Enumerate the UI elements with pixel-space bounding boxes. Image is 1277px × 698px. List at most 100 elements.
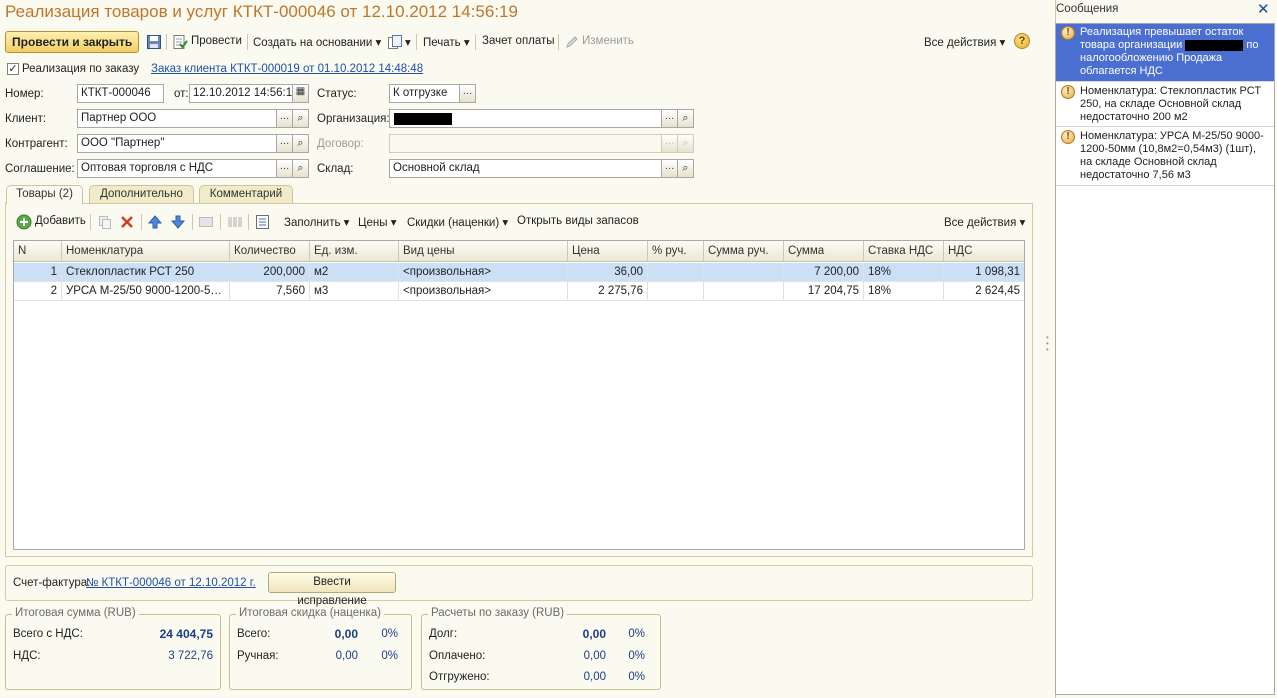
client-field[interactable]: Партнер ООО [77,109,277,128]
column-header-sum[interactable]: Сумма [784,241,864,262]
column-header-manual-pct[interactable]: % руч. [648,241,704,262]
discount-manual-pct: 0% [381,650,398,662]
goods-table[interactable]: N Номенклатура Количество Ед. изм. Вид ц… [13,240,1025,550]
agreement-search-icon[interactable]: ⌕ [293,159,309,178]
organization-field[interactable] [389,109,662,128]
edit-button[interactable]: Изменить [582,35,634,47]
column-header-vat[interactable]: НДС [944,241,1024,262]
panel-splitter-handle[interactable]: • • • [1046,334,1049,354]
total-with-vat-value: 24 404,75 [159,627,213,641]
enter-correction-button[interactable]: Ввести исправление [268,572,396,607]
agreement-field[interactable]: Оптовая торговля с НДС [77,159,277,178]
contract-field[interactable] [389,134,662,153]
calendar-icon[interactable]: ▦ [293,84,309,103]
order-settlements-title: Расчеты по заказу (RUB) [428,607,568,619]
debt-label: Долг: [429,628,458,640]
move-down-icon[interactable] [170,214,186,230]
contract-search-icon[interactable]: ⌕ [678,134,694,153]
pencil-icon [566,36,578,48]
discounts-label: Скидки (наценки) [407,217,500,229]
chevron-down-icon: ▾ [999,37,1006,49]
cell-n: 1 [14,263,62,282]
client-search-icon[interactable]: ⌕ [293,109,309,128]
post-and-close-button[interactable]: Провести и закрыть [5,31,140,53]
sale-by-order-label: Реализация по заказу [22,63,140,75]
discount-total-value: 0,00 [334,627,358,641]
column-header-price[interactable]: Цена [568,241,648,262]
tab-additional[interactable]: Дополнительно [89,185,194,203]
discount-manual-value: 0,00 [335,650,358,662]
column-header-manual-sum[interactable]: Сумма руч. [704,241,784,262]
prices-menu[interactable]: Цены ▾ [358,215,397,229]
agreement-select-button[interactable]: … [277,159,293,178]
fill-list-icon[interactable] [255,214,271,230]
client-select-button[interactable]: … [277,109,293,128]
sale-by-order-checkbox[interactable]: ✓ [7,63,19,75]
column-header-qty[interactable]: Количество [230,241,310,262]
barcode-icon[interactable] [227,214,243,230]
create-based-on-label: Создать на основании [253,37,373,49]
help-icon[interactable]: ? [1014,33,1030,49]
add-row-button[interactable]: Добавить [35,215,86,227]
open-stock-types-button[interactable]: Открыть виды запасов [517,215,639,227]
redacted-organization [394,113,452,125]
invoice-link[interactable]: № КТКТ-000046 от 12.10.2012 г. [86,577,256,589]
column-header-price-type[interactable]: Вид цены [399,241,568,262]
close-icon[interactable]: ✕ [1257,0,1270,18]
all-actions-menu[interactable]: Все действия ▾ [924,35,1005,49]
counterparty-search-icon[interactable]: ⌕ [293,134,309,153]
offset-payment-button[interactable]: Зачет оплаты [482,35,555,47]
date-field[interactable]: 12.10.2012 14:56:19 [189,84,293,103]
selection-icon[interactable] [198,214,214,230]
organization-search-icon[interactable]: ⌕ [678,109,694,128]
print-button[interactable]: Печать ▾ [423,35,470,49]
chevron-down-icon: ▾ [463,37,470,49]
warehouse-label: Склад: [317,163,354,175]
warehouse-search-icon[interactable]: ⌕ [678,159,694,178]
column-header-n[interactable]: N [14,241,62,262]
cell-vat: 1 098,31 [975,266,1020,278]
post-button[interactable]: Провести [191,35,242,47]
number-field[interactable]: КТКТ-000046 [77,84,164,103]
counterparty-select-button[interactable]: … [277,134,293,153]
column-header-vat-rate[interactable]: Ставка НДС [864,241,944,262]
message-item[interactable]: ! Номенклатура: УРСА М-25/50 9000-1200-5… [1056,128,1274,186]
counterparty-field[interactable]: ООО "Партнер" [77,134,277,153]
column-header-item[interactable]: Номенклатура [62,241,230,262]
status-field[interactable]: К отгрузке [389,84,460,103]
organization-select-button[interactable]: … [662,109,678,128]
create-based-on-button[interactable]: Создать на основании ▾ [253,35,381,49]
cell-vat-rate: 18% [864,263,944,282]
cell-n: 2 [14,282,62,301]
copy-icon[interactable] [97,214,113,230]
related-documents-dropdown[interactable]: ▾ [405,35,411,49]
cell-item: УРСА М-25/50 9000-1200-50мм (10,8м2=0,54… [62,282,230,301]
shipped-pct: 0% [628,671,645,683]
add-icon [16,214,32,230]
warehouse-select-button[interactable]: … [662,159,678,178]
column-header-unit[interactable]: Ед. изм. [310,241,399,262]
fill-menu[interactable]: Заполнить ▾ [284,215,349,229]
tab-goods[interactable]: Товары (2) [6,185,83,204]
messages-list[interactable]: ! Реализация превышает остаток товара ор… [1055,23,1275,695]
toolbar-separator [248,214,249,230]
discounts-menu[interactable]: Скидки (наценки) ▾ [407,215,508,229]
related-documents-icon[interactable] [387,34,403,50]
save-icon[interactable] [146,34,162,50]
warehouse-field[interactable]: Основной склад [389,159,662,178]
contract-select-button[interactable]: … [662,134,678,153]
message-item[interactable]: ! Номенклатура: Стеклопластик РСТ 250, н… [1056,83,1274,127]
agreement-label: Соглашение: [5,163,75,175]
delete-icon[interactable] [119,214,135,230]
goods-all-actions-menu[interactable]: Все действия ▾ [944,215,1025,229]
redacted-text [1185,39,1244,51]
cell-sum: 7 200,00 [784,263,864,282]
customer-order-link[interactable]: Заказ клиента КТКТ-000019 от 01.10.2012 … [151,63,423,75]
table-row[interactable]: 1 Стеклопластик РСТ 250 200,000 м2 <прои… [14,263,1024,282]
table-row[interactable]: 2 УРСА М-25/50 9000-1200-50мм (10,8м2=0,… [14,282,1024,301]
status-select-button[interactable]: … [460,84,476,103]
tab-comment[interactable]: Комментарий [199,185,293,203]
move-up-icon[interactable] [147,214,163,230]
message-item[interactable]: ! Реализация превышает остаток товара ор… [1056,24,1274,82]
debt-pct: 0% [628,628,645,640]
